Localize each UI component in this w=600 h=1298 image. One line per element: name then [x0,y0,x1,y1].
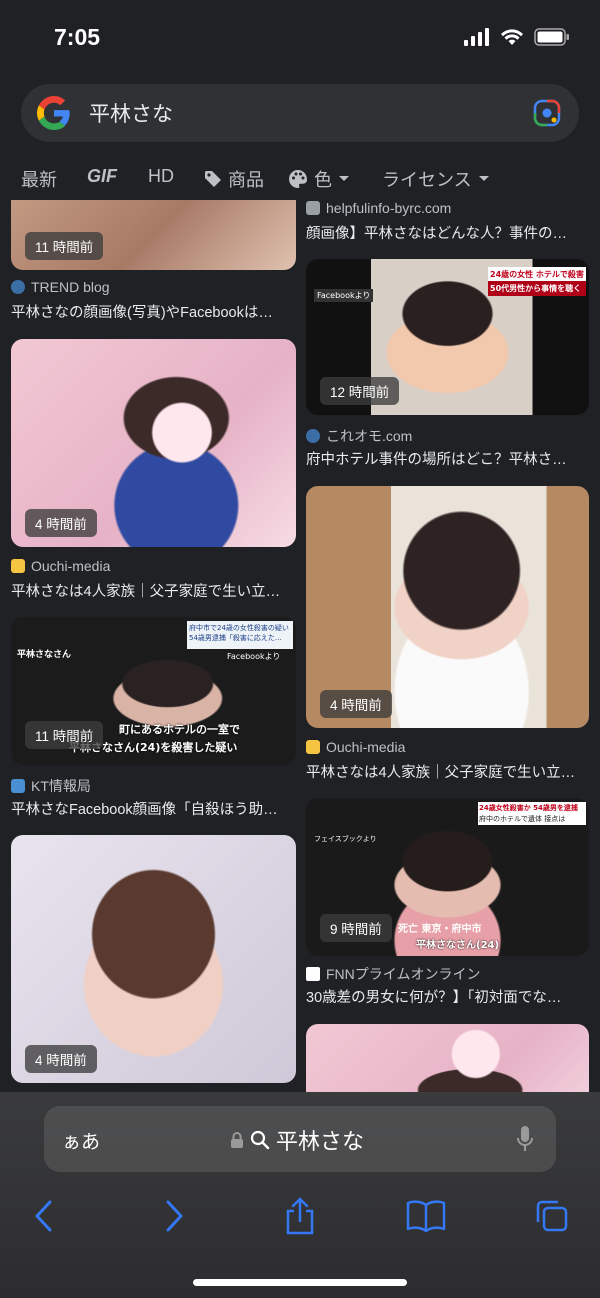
filter-color[interactable]: 色 [288,166,350,192]
battery-icon [534,28,569,46]
share-icon [286,1197,314,1235]
home-indicator [193,1279,407,1286]
tabs-button[interactable] [532,1196,572,1236]
time-badge: 4 時間前 [25,1045,97,1073]
result-card[interactable]: Facebookより 24歳の女性 ホテルで殺害 50代男性から事情を聴く 12… [306,259,589,415]
result-title[interactable]: 平林さなは4人家族｜父子家庭で生い立… [11,580,299,601]
share-button[interactable] [280,1196,320,1236]
image-caption-name: 平林さなさん [17,650,72,660]
address-text: 平林さな [276,1129,365,1154]
result-source[interactable]: helpfulinfo-byrc.com [306,200,451,216]
address-bar[interactable]: ぁあ 平林さな [44,1106,556,1172]
result-title[interactable]: 平林さなFacebook顔画像「自殺ほう助… [11,798,299,819]
site-favicon-icon [11,779,25,793]
filter-license[interactable]: ライセンス [382,166,490,192]
bookmarks-button[interactable] [406,1196,446,1236]
forward-button[interactable] [154,1196,194,1236]
status-icons [464,28,570,46]
result-source[interactable]: TREND blog [11,279,110,295]
search-icon [250,1130,270,1150]
result-title[interactable]: 平林さなの顔画像(写真)やFacebookは… [11,301,299,322]
status-time: 7:05 [54,24,101,50]
site-favicon-icon [306,740,320,754]
image-caption-bottom: 町にあるホテルの一室で [119,723,240,736]
chevron-down-icon [478,176,489,181]
result-title[interactable]: 府中ホテル事件の場所はどこ？平林さ… [306,448,594,469]
image-caption-topline: 府中市で24歳の女性殺害の疑い 54歳男逮捕「殺害に応えた… [187,621,293,649]
search-query[interactable]: 平林さな [89,98,173,128]
safari-toolbar: ぁあ 平林さな [0,1092,600,1298]
image-caption-subheadline: 府中のホテルで遺体 接点は [478,813,586,825]
image-caption-name: 平林さなさん(24) [416,940,500,951]
image-caption-place: 死亡 東京・府中市 [398,924,482,935]
wordpress-icon [306,429,320,443]
filter-bar: 最新 GIF HD 商品 色 ライセンス [0,160,600,196]
address-field[interactable]: 平林さな [230,1124,364,1156]
chevron-down-icon [339,176,349,181]
bookmarks-icon [406,1200,446,1232]
filter-latest[interactable]: 最新 [21,166,57,192]
status-bar: 7:05 [0,0,600,78]
result-source[interactable]: Ouchi-media [306,739,405,755]
time-badge: 11 時間前 [25,232,104,260]
result-title[interactable]: 30歳差の男女に何が？】「初対面でな… [306,986,594,1007]
result-source[interactable]: KT情報局 [11,776,91,796]
time-badge: 9 時間前 [320,914,392,942]
search-bar[interactable]: 平林さな [21,84,579,142]
palette-icon [289,170,307,188]
image-caption-source: Facebookより [227,652,281,661]
result-card[interactable]: 4 時間前 [306,486,589,728]
result-thumbnail [306,1024,589,1098]
image-caption-headline: 24歳の女性 ホテルで殺害 [488,267,586,282]
image-caption-source: Facebookより [314,289,374,302]
filter-hd[interactable]: HD [148,166,174,187]
back-button[interactable] [24,1196,64,1236]
image-caption-subheadline: 50代男性から事情を聴く [488,281,586,296]
result-source[interactable]: これオモ.com [306,426,412,446]
image-caption-source: フェイスブックより [314,835,377,843]
result-card[interactable]: 4 時間前 [11,835,296,1083]
wordpress-icon [11,280,25,294]
site-favicon-icon [306,201,320,215]
microphone-icon[interactable] [516,1125,534,1153]
back-icon [35,1200,52,1232]
result-source[interactable]: Ouchi-media [11,558,110,574]
google-lens-icon[interactable] [533,99,561,127]
forward-icon [166,1200,183,1232]
time-badge: 11 時間前 [25,721,104,749]
time-badge: 4 時間前 [320,690,392,718]
signal-icon [464,28,489,46]
result-card[interactable] [306,1024,589,1098]
tag-icon [205,171,221,187]
result-title[interactable]: 顔画像】平林さなはどんな人？事件の… [306,222,594,243]
result-source[interactable]: FNNプライムオンライン [306,964,481,984]
filter-products[interactable]: 商品 [204,166,264,192]
reader-settings-button[interactable]: ぁあ [62,1127,100,1154]
fnn-icon [306,967,320,981]
site-favicon-icon [11,559,25,573]
lock-icon [231,1132,243,1148]
result-card[interactable]: 11 時間前 [11,200,296,270]
filter-gif[interactable]: GIF [87,166,117,187]
google-g-icon [37,96,70,130]
tabs-icon [536,1200,568,1232]
result-title[interactable]: 平林さなは4人家族｜父子家庭で生い立… [306,761,594,782]
result-card[interactable]: フェイスブックより 24歳女性殺害か 54歳男を逮捕 府中のホテルで遺体 接点は… [306,798,589,956]
result-card[interactable]: 4 時間前 [11,339,296,547]
image-results-grid: 11 時間前 TREND blog 平林さなの顔画像(写真)やFacebookは… [0,200,600,1098]
result-card[interactable]: 平林さなさん 府中市で24歳の女性殺害の疑い 54歳男逮捕「殺害に応えた… Fac… [11,617,296,765]
time-badge: 12 時間前 [320,377,400,405]
time-badge: 4 時間前 [25,509,97,537]
wifi-icon [501,29,523,45]
